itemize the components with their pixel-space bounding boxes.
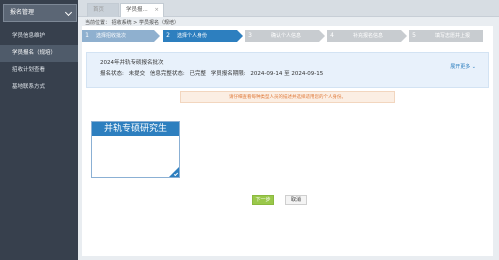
step-arrow-icon [154, 30, 160, 42]
main-panel: 1 选择招收批次 2 选择个人身份 3 确认个人信息 4 补充报名信息 5 填写… [82, 26, 493, 256]
tab-label: 学员报... [126, 7, 148, 13]
sidebar-item-student-info[interactable]: 学员信息维护 [0, 28, 78, 45]
sidebar-item-base-contacts[interactable]: 基地联系方式 [0, 79, 78, 96]
sidebar-item-student-registration[interactable]: 学员报名（规培） [0, 45, 78, 62]
step-arrow-icon [237, 30, 243, 42]
step-label: 选择个人身份 [177, 33, 208, 39]
step-1[interactable]: 1 选择招收批次 [82, 30, 160, 42]
step-number: 4 [330, 32, 334, 39]
step-number: 2 [166, 32, 170, 39]
sidebar-item-label: 学员信息维护 [12, 33, 46, 39]
expand-more-link[interactable]: 展开更多 ⌄ [450, 63, 476, 70]
batch-title: 2024年并轨专硕报名批次 [100, 60, 164, 66]
step-label: 选择招收批次 [96, 33, 127, 39]
period-value: 2024-09-14 至 2024-09-15 [250, 71, 324, 77]
tab-student-registration[interactable]: 学员报... × [120, 3, 164, 17]
expand-more-label: 展开更多 [450, 64, 471, 70]
sidebar-item-label: 基地联系方式 [12, 84, 46, 90]
status-label: 报名状态: [100, 71, 124, 77]
complete-label: 信息完整状态: [149, 71, 185, 77]
identity-option-title: 并轨专硕研究生 [92, 122, 179, 136]
instruction-notice: 请仔细查看每种类型人员的描述并选择适用您的个人身份。 [180, 91, 395, 103]
sidebar-item-label: 招收计划查看 [12, 67, 46, 73]
batch-details: 报名状态: 未提交 信息完整状态: 已完整 学员报名期限: 2024-09-14… [100, 69, 326, 77]
step-arrow-icon [401, 30, 407, 42]
chevron-down-icon: ⌄ [470, 64, 476, 70]
next-step-button[interactable]: 下一步 [252, 195, 274, 205]
sidebar: 报名管理 学员信息维护 学员报名（规培） 招收计划查看 基地联系方式 [0, 0, 78, 260]
breadcrumb: 当前位置： 招收系统 > 学员报名（规培） [85, 20, 179, 26]
status-value: 未提交 [128, 71, 146, 77]
cancel-button[interactable]: 取消 [285, 195, 307, 205]
close-icon[interactable]: × [154, 4, 159, 17]
sidebar-item-label: 学员报名（规培） [12, 50, 57, 56]
step-4: 4 补充报名信息 [327, 30, 407, 42]
chevron-down-icon [64, 8, 73, 17]
tab-label: 首页 [93, 7, 105, 13]
step-number: 5 [412, 32, 416, 39]
step-5: 5 填写志愿并上报 [409, 30, 483, 42]
step-number: 1 [85, 32, 89, 39]
sidebar-section-header[interactable]: 报名管理 [3, 4, 77, 22]
sidebar-section-label: 报名管理 [10, 9, 35, 16]
app-window: 报名管理 学员信息维护 学员报名（规培） 招收计划查看 基地联系方式 首页 学员… [0, 0, 499, 260]
step-2[interactable]: 2 选择个人身份 [163, 30, 243, 42]
step-arrow-icon [319, 30, 325, 42]
period-label: 学员报名期限: [210, 71, 246, 77]
identity-option-card[interactable]: 并轨专硕研究生 [91, 121, 180, 178]
step-label: 补充报名信息 [353, 33, 384, 39]
step-label: 确认个人信息 [271, 33, 302, 39]
step-label: 填写志愿并上报 [435, 33, 471, 39]
tab-bar: 首页 学员报... × [78, 0, 499, 17]
tab-home[interactable]: 首页 [87, 3, 119, 17]
step-3: 3 确认个人信息 [245, 30, 325, 42]
complete-value: 已完整 [189, 71, 206, 77]
batch-info-box: 2024年并轨专硕报名批次 报名状态: 未提交 信息完整状态: 已完整 学员报名… [86, 52, 489, 88]
sidebar-item-enrollment-plan[interactable]: 招收计划查看 [0, 62, 78, 79]
step-number: 3 [248, 32, 252, 39]
